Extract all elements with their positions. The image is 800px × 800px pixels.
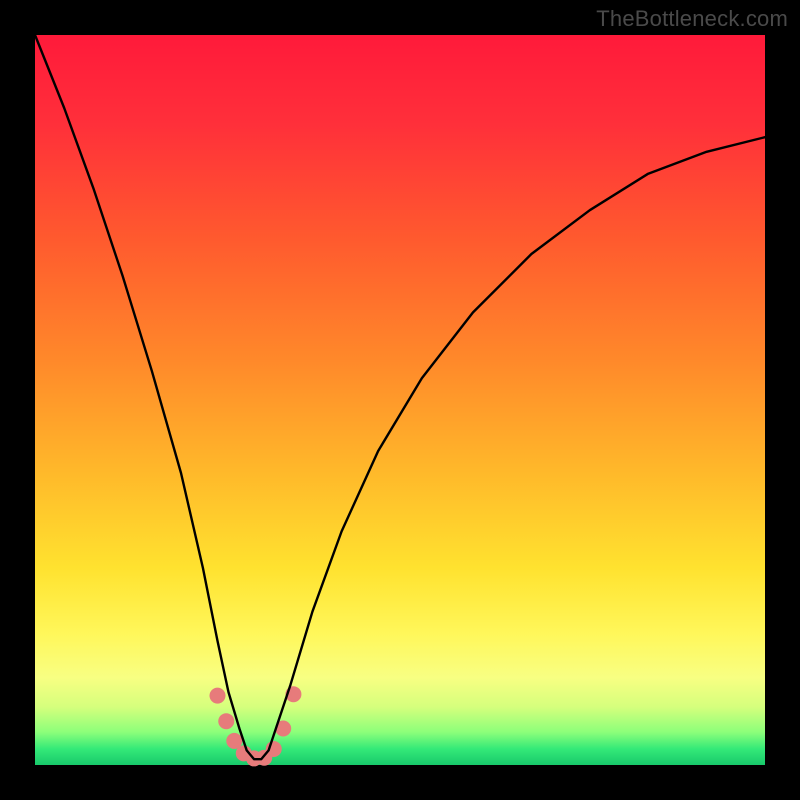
chart-frame: TheBottleneck.com [0, 0, 800, 800]
watermark-text: TheBottleneck.com [596, 6, 788, 32]
trough-marker [218, 713, 234, 729]
plot-gradient-background [35, 35, 765, 765]
trough-marker [210, 688, 226, 704]
bottleneck-chart [0, 0, 800, 800]
